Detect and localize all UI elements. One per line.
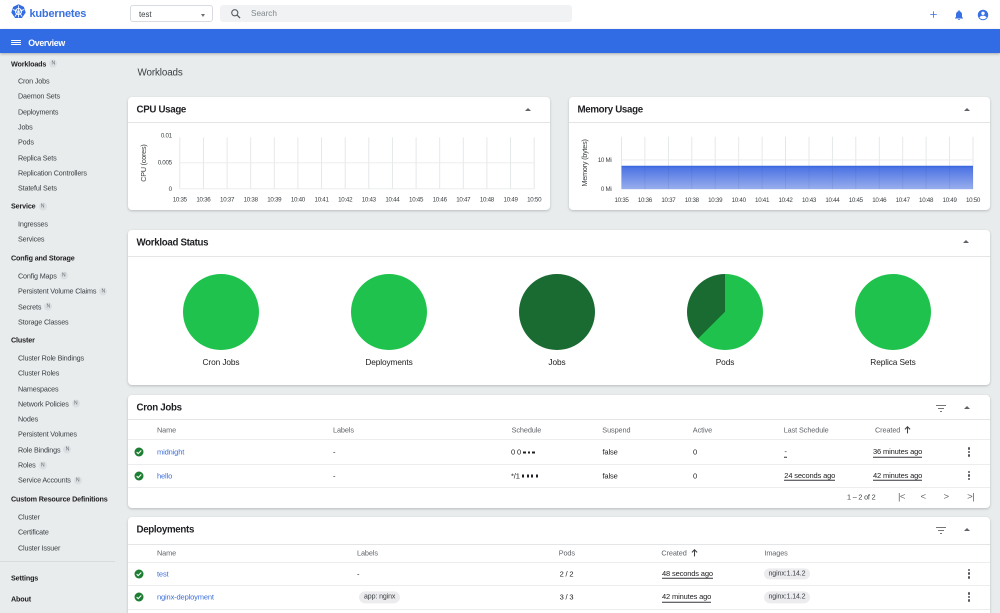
svg-text:10:45: 10:45 <box>849 197 864 204</box>
svg-text:10:44: 10:44 <box>825 197 840 204</box>
svg-text:10:47: 10:47 <box>456 197 471 204</box>
svg-text:10:39: 10:39 <box>267 197 282 204</box>
svg-text:0.005: 0.005 <box>158 160 173 167</box>
svg-text:10:36: 10:36 <box>638 197 653 204</box>
svg-text:10:48: 10:48 <box>480 197 495 204</box>
svg-text:10 Mi: 10 Mi <box>598 157 612 164</box>
svg-text:10:43: 10:43 <box>802 197 817 204</box>
svg-text:0 Mi: 0 Mi <box>601 186 612 193</box>
svg-text:10:50: 10:50 <box>966 197 981 204</box>
svg-text:Memory (bytes): Memory (bytes) <box>580 139 589 186</box>
svg-text:10:49: 10:49 <box>943 197 958 204</box>
svg-text:10:42: 10:42 <box>338 197 353 204</box>
svg-text:10:40: 10:40 <box>732 197 747 204</box>
svg-text:10:35: 10:35 <box>614 197 629 204</box>
svg-text:10:38: 10:38 <box>244 197 259 204</box>
svg-text:10:36: 10:36 <box>196 197 211 204</box>
svg-text:0: 0 <box>169 186 173 193</box>
svg-text:0.01: 0.01 <box>161 133 173 140</box>
svg-text:10:41: 10:41 <box>315 197 330 204</box>
svg-text:10:49: 10:49 <box>504 197 519 204</box>
svg-text:CPU (cores): CPU (cores) <box>139 144 148 181</box>
svg-text:10:44: 10:44 <box>385 197 400 204</box>
svg-text:10:43: 10:43 <box>362 197 377 204</box>
svg-text:10:46: 10:46 <box>872 197 887 204</box>
svg-text:10:38: 10:38 <box>685 197 700 204</box>
svg-text:10:40: 10:40 <box>291 197 306 204</box>
svg-text:10:48: 10:48 <box>919 197 934 204</box>
svg-text:10:42: 10:42 <box>778 197 793 204</box>
svg-text:10:46: 10:46 <box>433 197 448 204</box>
svg-text:10:45: 10:45 <box>409 197 424 204</box>
svg-text:10:41: 10:41 <box>755 197 770 204</box>
svg-text:10:50: 10:50 <box>527 197 542 204</box>
svg-text:10:47: 10:47 <box>896 197 911 204</box>
svg-text:10:37: 10:37 <box>661 197 676 204</box>
svg-text:10:39: 10:39 <box>708 197 723 204</box>
svg-text:10:37: 10:37 <box>220 197 235 204</box>
svg-text:10:35: 10:35 <box>173 197 188 204</box>
